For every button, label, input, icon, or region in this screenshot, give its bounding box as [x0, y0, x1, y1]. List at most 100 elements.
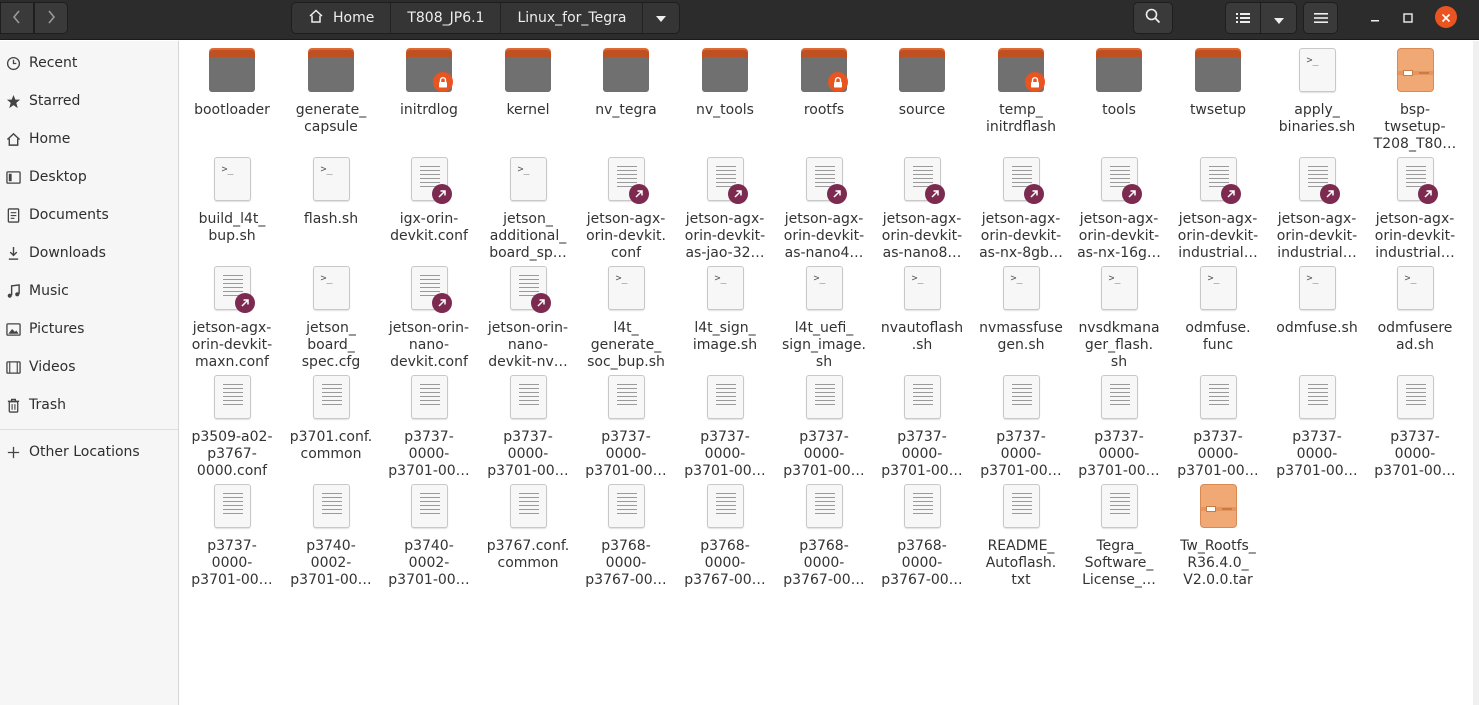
file-item[interactable]: temp_ initrdflash — [972, 44, 1070, 136]
file-item[interactable]: source — [873, 44, 971, 119]
sidebar-item-music[interactable]: Music — [0, 273, 178, 309]
file-item[interactable]: bootloader — [183, 44, 281, 119]
file-item[interactable]: >_ odmfuse.sh — [1268, 262, 1366, 337]
file-name: bsp- twsetup- T208_T80… — [1373, 102, 1457, 152]
sidebar-item-videos[interactable]: Videos — [0, 349, 178, 385]
file-item[interactable]: p3767.conf. common — [479, 480, 577, 572]
file-item[interactable]: p3768- 0000- p3767-00… — [577, 480, 675, 589]
sidebar-item-documents[interactable]: Documents — [0, 197, 178, 233]
file-item[interactable]: >_ flash.sh — [282, 153, 380, 228]
back-button[interactable] — [0, 2, 34, 34]
sidebar-item-pictures[interactable]: Pictures — [0, 311, 178, 347]
sidebar-item-desktop[interactable]: Desktop — [0, 159, 178, 195]
file-item[interactable]: nv_tegra — [577, 44, 675, 119]
file-item[interactable]: jetson-agx- orin-devkit- industrial… — [1268, 153, 1366, 262]
file-item[interactable]: jetson-agx- orin-devkit- as-nx-8gb… — [972, 153, 1070, 262]
list-view-button[interactable] — [1226, 3, 1261, 33]
file-item[interactable]: p3737- 0000- p3701-00… — [183, 480, 281, 589]
file-item[interactable]: jetson-agx- orin-devkit- as-nano4… — [775, 153, 873, 262]
file-item[interactable]: >_ odmfusere ad.sh — [1366, 262, 1464, 354]
file-item[interactable]: >_ odmfuse. func — [1169, 262, 1267, 354]
file-item[interactable]: jetson-agx- orin-devkit. conf — [577, 153, 675, 262]
file-item[interactable]: p3768- 0000- p3767-00… — [775, 480, 873, 589]
forward-button[interactable] — [34, 2, 68, 34]
view-options-button[interactable] — [1261, 3, 1296, 33]
file-item[interactable]: p3737- 0000- p3701-00… — [577, 371, 675, 480]
maximize-button[interactable] — [1397, 6, 1419, 28]
sidebar-item-other-locations[interactable]: Other Locations — [0, 434, 178, 470]
file-icon-wrap: >_ — [577, 262, 675, 318]
file-item[interactable]: p3509-a02- p3767- 0000.conf — [183, 371, 281, 480]
file-name: bootloader — [194, 102, 270, 118]
file-item[interactable]: p3737- 0000- p3701-00… — [775, 371, 873, 480]
breadcrumb-current[interactable]: Linux_for_Tegra — [501, 3, 644, 33]
sidebar-item-home[interactable]: Home — [0, 121, 178, 157]
file-item[interactable]: jetson-agx- orin-devkit- as-nano8… — [873, 153, 971, 262]
file-item[interactable]: generate_ capsule — [282, 44, 380, 136]
text-file-icon — [805, 484, 843, 528]
file-item[interactable]: p3737- 0000- p3701-00… — [1169, 371, 1267, 480]
file-item[interactable]: >_ l4t_sign_ image.sh — [676, 262, 774, 354]
file-item[interactable]: >_ build_l4t_ bup.sh — [183, 153, 281, 245]
file-item[interactable]: p3737- 0000- p3701-00… — [972, 371, 1070, 480]
sidebar-item-starred[interactable]: Starred — [0, 83, 178, 119]
file-item[interactable]: p3737- 0000- p3701-00… — [1268, 371, 1366, 480]
file-item[interactable]: bsp- twsetup- T208_T80… — [1366, 44, 1464, 153]
file-item[interactable]: p3768- 0000- p3767-00… — [676, 480, 774, 589]
file-item[interactable]: kernel — [479, 44, 577, 119]
file-item[interactable]: >_ nvautoflash .sh — [873, 262, 971, 354]
file-item[interactable]: p3737- 0000- p3701-00… — [676, 371, 774, 480]
file-item[interactable]: p3737- 0000- p3701-00… — [1070, 371, 1168, 480]
sidebar-item-trash[interactable]: Trash — [0, 387, 178, 423]
file-item[interactable]: Tegra_ Software_ License_… — [1070, 480, 1168, 589]
file-item[interactable]: Tw_Rootfs_ R36.4.0_ V2.0.0.tar — [1169, 480, 1267, 589]
file-item[interactable]: >_ jetson_ board_ spec.cfg — [282, 262, 380, 371]
scrollbar[interactable] — [1473, 41, 1479, 705]
file-item[interactable]: jetson-agx- orin-devkit- as-nx-16g… — [1070, 153, 1168, 262]
close-button[interactable] — [1435, 6, 1457, 28]
file-item[interactable]: >_ jetson_ additional_ board_sp… — [479, 153, 577, 262]
file-item[interactable]: tools — [1070, 44, 1168, 119]
search-button[interactable] — [1133, 2, 1173, 34]
file-icon-wrap — [676, 153, 774, 209]
file-item[interactable]: README_ Autoflash. txt — [972, 480, 1070, 589]
file-item[interactable]: >_ l4t_ generate_ soc_bup.sh — [577, 262, 675, 371]
sidebar-item-downloads[interactable]: Downloads — [0, 235, 178, 271]
file-name: README_ Autoflash. txt — [985, 538, 1057, 588]
file-item[interactable]: jetson-agx- orin-devkit- maxn.conf — [183, 262, 281, 371]
minimize-button[interactable] — [1364, 6, 1386, 28]
file-item[interactable]: jetson-agx- orin-devkit- as-jao-32… — [676, 153, 774, 262]
file-item[interactable]: twsetup — [1169, 44, 1267, 119]
file-item[interactable]: jetson-agx- orin-devkit- industrial… — [1169, 153, 1267, 262]
symlink-arrow-icon — [628, 184, 649, 204]
file-item[interactable]: jetson-orin- nano- devkit.conf — [380, 262, 478, 371]
file-item[interactable]: rootfs — [775, 44, 873, 119]
main-menu-button[interactable] — [1303, 2, 1338, 34]
breadcrumb-t808[interactable]: T808_JP6.1 — [391, 3, 502, 33]
file-item[interactable]: >_ l4t_uefi_ sign_image. sh — [775, 262, 873, 371]
file-item[interactable]: >_ nvsdkmana ger_flash. sh — [1070, 262, 1168, 371]
file-item[interactable]: jetson-agx- orin-devkit- industrial… — [1366, 153, 1464, 262]
file-item[interactable]: p3740- 0002- p3701-00… — [380, 480, 478, 589]
file-item[interactable]: p3737- 0000- p3701-00… — [873, 371, 971, 480]
breadcrumb-menu-button[interactable] — [643, 3, 679, 33]
file-item[interactable]: p3737- 0000- p3701-00… — [479, 371, 577, 480]
file-item[interactable]: p3740- 0002- p3701-00… — [282, 480, 380, 589]
file-item[interactable]: p3737- 0000- p3701-00… — [1366, 371, 1464, 480]
file-item[interactable]: initrdlog — [380, 44, 478, 119]
file-icon-wrap — [380, 262, 478, 318]
file-item[interactable]: >_ apply_ binaries.sh — [1268, 44, 1366, 136]
file-item[interactable]: jetson-orin- nano- devkit-nv… — [479, 262, 577, 371]
folder-icon — [702, 48, 748, 92]
file-item[interactable]: p3737- 0000- p3701-00… — [380, 371, 478, 480]
text-file-icon — [312, 375, 350, 419]
file-item[interactable]: p3768- 0000- p3767-00… — [873, 480, 971, 589]
file-item[interactable]: nv_tools — [676, 44, 774, 119]
file-item[interactable]: >_ nvmassfuse gen.sh — [972, 262, 1070, 354]
sidebar-item-recent[interactable]: Recent — [0, 45, 178, 81]
file-item[interactable]: p3701.conf. common — [282, 371, 380, 463]
header-bar: Home T808_JP6.1 Linux_for_Tegra — [0, 0, 1479, 40]
breadcrumb-home[interactable]: Home — [292, 3, 392, 33]
file-item[interactable]: igx-orin- devkit.conf — [380, 153, 478, 245]
file-name: tools — [1102, 102, 1136, 118]
